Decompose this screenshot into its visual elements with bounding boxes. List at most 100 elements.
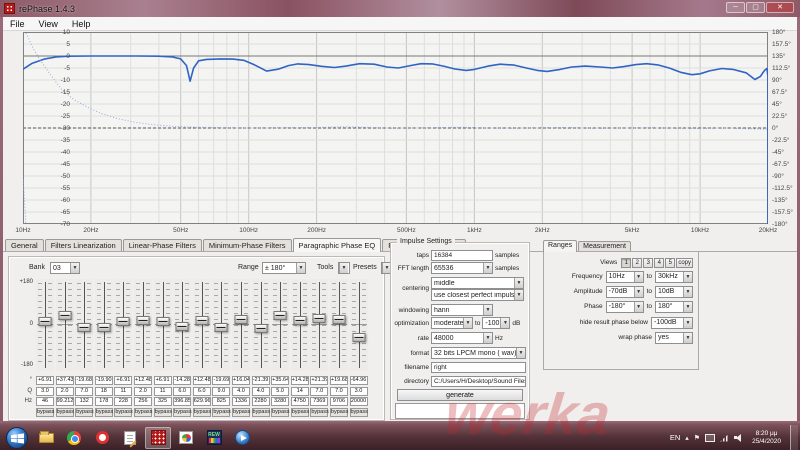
hide-result-phase-select[interactable]: -100dB ▼	[651, 317, 693, 329]
taskbar-opera[interactable]	[89, 427, 115, 449]
slider-handle[interactable]	[313, 314, 326, 323]
eq-frequency-value-17[interactable]: 20000	[350, 397, 368, 406]
eq-slider-band-6[interactable]	[134, 279, 152, 371]
slider-handle[interactable]	[293, 316, 306, 325]
directory-input[interactable]: C:/Users/H/Desktop/Sound Files	[431, 376, 526, 387]
slider-handle[interactable]	[195, 316, 208, 325]
centering-select[interactable]: middle ▼	[431, 277, 524, 289]
eq-frequency-value-16[interactable]: 9706	[330, 397, 348, 406]
frequency-from-select[interactable]: 10Hz ▼	[606, 271, 644, 283]
eq-frequency-value-10[interactable]: 825	[212, 397, 230, 406]
phase-to-select[interactable]: 180° ▼	[655, 301, 693, 313]
eq-frequency-value-5[interactable]: 228	[114, 397, 132, 406]
eq-slider-band-14[interactable]	[291, 279, 309, 371]
slider-handle[interactable]	[352, 333, 365, 342]
show-desktop-button[interactable]	[790, 425, 798, 450]
taskbar-rephase[interactable]	[145, 427, 171, 449]
eq-degree-value-17[interactable]: -64.96	[350, 376, 368, 385]
bypass-button-7[interactable]: bypass	[154, 408, 172, 417]
slider-handle[interactable]	[215, 323, 228, 332]
view-button-5[interactable]: 5	[665, 258, 675, 268]
eq-slider-band-8[interactable]	[173, 279, 191, 371]
eq-q-value-6[interactable]: 2.0	[134, 387, 152, 396]
windowing-select[interactable]: hann ▼	[431, 304, 493, 316]
slider-handle[interactable]	[136, 316, 149, 325]
clock[interactable]: 8:20 μμ 25/4/2020	[748, 430, 785, 446]
bypass-button-5[interactable]: bypass	[114, 408, 132, 417]
bypass-button-9[interactable]: bypass	[193, 408, 211, 417]
eq-slider-band-15[interactable]	[310, 279, 328, 371]
eq-degree-value-1[interactable]: +6.91	[36, 376, 54, 385]
eq-frequency-value-1[interactable]: 46	[36, 397, 54, 406]
eq-slider-band-9[interactable]	[193, 279, 211, 371]
eq-degree-value-9[interactable]: +12.48	[193, 376, 211, 385]
slider-handle[interactable]	[234, 315, 247, 324]
eq-slider-band-10[interactable]	[212, 279, 230, 371]
slider-handle[interactable]	[176, 322, 189, 331]
centering-mode-select[interactable]: use closest perfect impulse ▼	[431, 289, 524, 301]
eq-frequency-value-6[interactable]: 256	[134, 397, 152, 406]
eq-slider-band-1[interactable]	[36, 279, 54, 371]
eq-q-value-5[interactable]: 11	[114, 387, 132, 396]
eq-frequency-value-2[interactable]: 99.212	[56, 397, 74, 406]
bypass-button-17[interactable]: bypass	[350, 408, 368, 417]
tab-minimum-phase-filters[interactable]: Minimum-Phase Filters	[203, 239, 292, 251]
eq-frequency-value-8[interactable]: 396.85	[173, 397, 191, 406]
action-center-flag-icon[interactable]: ⚑	[694, 434, 700, 442]
taps-input[interactable]: 16384	[431, 250, 493, 261]
wrap-phase-select[interactable]: yes ▼	[655, 332, 693, 344]
eq-frequency-value-4[interactable]: 178	[95, 397, 113, 406]
fft-length-select[interactable]: 65536 ▼	[431, 262, 493, 274]
eq-slider-band-2[interactable]	[56, 279, 74, 371]
eq-slider-band-3[interactable]	[75, 279, 93, 371]
eq-slider-band-13[interactable]	[271, 279, 289, 371]
ranges-tab-ranges[interactable]: Ranges	[543, 240, 577, 252]
view-button-4[interactable]: 4	[654, 258, 664, 268]
view-button-2[interactable]: 2	[632, 258, 642, 268]
eq-q-value-10[interactable]: 9.0	[212, 387, 230, 396]
format-select[interactable]: 32 bits LPCM mono ( wav) ▼	[431, 347, 526, 359]
eq-degree-value-16[interactable]: +19.68	[330, 376, 348, 385]
taskbar-media-player[interactable]	[229, 427, 255, 449]
optimization-select[interactable]: moderate ▼	[431, 317, 473, 329]
slider-handle[interactable]	[117, 317, 130, 326]
menu-item-help[interactable]: Help	[65, 19, 98, 29]
amplitude-from-select[interactable]: -70dB ▼	[606, 286, 644, 298]
volume-icon[interactable]	[734, 434, 743, 442]
eq-degree-value-5[interactable]: +6.91	[114, 376, 132, 385]
bypass-button-1[interactable]: bypass	[36, 408, 54, 417]
bypass-button-12[interactable]: bypass	[252, 408, 270, 417]
slider-handle[interactable]	[39, 317, 52, 326]
bypass-button-8[interactable]: bypass	[173, 408, 191, 417]
bypass-button-2[interactable]: bypass	[56, 408, 74, 417]
optimization-db-select[interactable]: -100 ▼	[482, 317, 510, 329]
eq-q-value-1[interactable]: 3.0	[36, 387, 54, 396]
bypass-button-13[interactable]: bypass	[271, 408, 289, 417]
taskbar-rew[interactable]: REW	[201, 427, 227, 449]
amplitude-to-select[interactable]: 10dB ▼	[655, 286, 693, 298]
eq-q-value-11[interactable]: 4.0	[232, 387, 250, 396]
slider-handle[interactable]	[97, 323, 110, 332]
eq-degree-value-13[interactable]: +35.64	[271, 376, 289, 385]
bypass-button-6[interactable]: bypass	[134, 408, 152, 417]
filename-input[interactable]: right	[431, 362, 526, 373]
tools-select[interactable]: ▼	[338, 262, 350, 274]
eq-frequency-value-13[interactable]: 3280	[271, 397, 289, 406]
minimize-button[interactable]: ─	[726, 2, 745, 13]
bank-select[interactable]: 03 ▼	[50, 262, 80, 274]
eq-frequency-value-12[interactable]: 2280	[252, 397, 270, 406]
eq-degree-value-8[interactable]: -14.28	[173, 376, 191, 385]
eq-q-value-12[interactable]: 4.0	[252, 387, 270, 396]
eq-slider-band-5[interactable]	[114, 279, 132, 371]
view-button-1[interactable]: 1	[621, 258, 631, 268]
eq-slider-band-17[interactable]	[350, 279, 368, 371]
eq-q-value-15[interactable]: 7.0	[310, 387, 328, 396]
eq-degree-value-7[interactable]: +6.91	[154, 376, 172, 385]
eq-degree-value-12[interactable]: -21.39	[252, 376, 270, 385]
slider-handle[interactable]	[274, 311, 287, 320]
eq-degree-value-3[interactable]: -19.68	[75, 376, 93, 385]
menu-item-view[interactable]: View	[32, 19, 65, 29]
eq-q-value-9[interactable]: 6.0	[193, 387, 211, 396]
taskbar-explorer[interactable]	[33, 427, 59, 449]
taskbar-notepad[interactable]	[117, 427, 143, 449]
